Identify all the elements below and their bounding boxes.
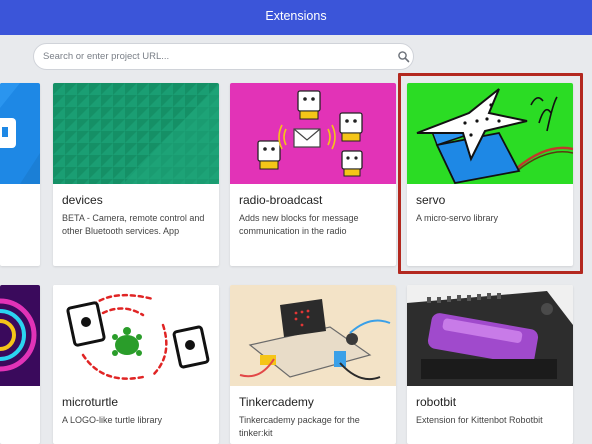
card-description: Extension for Kittenbot Robotbit — [416, 415, 543, 425]
card-description: BETA - Camera, remote control and other … — [62, 213, 205, 236]
card-title: robotbit — [416, 395, 457, 409]
page-title: Extensions — [265, 9, 327, 23]
extension-card-partial[interactable] — [0, 83, 40, 266]
card-title: microturtle — [62, 395, 119, 409]
card-description: A LOGO-like turtle library — [62, 415, 163, 425]
card-title: servo — [416, 193, 446, 207]
card-image-neopixel-swirl — [0, 285, 40, 386]
card-title: Tinkercademy — [239, 395, 314, 409]
card-description: Tinkercademy package for the tinker:kit — [239, 415, 360, 438]
search-box[interactable] — [33, 43, 414, 70]
card-image-servo — [407, 83, 573, 184]
extension-card-partial[interactable] — [0, 285, 40, 444]
header-bar: Extensions — [0, 0, 592, 35]
extension-card-servo[interactable]: servo A micro-servo library — [407, 83, 573, 266]
card-image-tinkerkit — [230, 285, 396, 386]
extension-card-devices[interactable]: devices BETA - Camera, remote control an… — [53, 83, 219, 266]
card-image-radio-robots — [230, 83, 396, 184]
extension-card-radio-broadcast[interactable]: radio-broadcast Adds new blocks for mess… — [230, 83, 396, 266]
card-title: radio-broadcast — [239, 193, 323, 207]
extension-card-tinkercademy[interactable]: Tinkercademy Tinkercademy package for th… — [230, 285, 396, 444]
card-image-devices-pattern — [53, 83, 219, 184]
card-image-robotbit — [407, 285, 573, 386]
extension-card-robotbit[interactable]: robotbit Extension for Kittenbot Robotbi… — [407, 285, 573, 444]
extension-card-microturtle[interactable]: microturtle A LOGO-like turtle library — [53, 285, 219, 444]
search-input[interactable] — [43, 47, 383, 66]
card-image-blue-pattern — [0, 83, 40, 184]
card-description: A micro-servo library — [416, 213, 499, 223]
search-icon[interactable] — [397, 50, 410, 63]
card-image-microturtle — [53, 285, 219, 386]
card-title: devices — [62, 193, 103, 207]
card-description: Adds new blocks for message communicatio… — [239, 213, 359, 236]
